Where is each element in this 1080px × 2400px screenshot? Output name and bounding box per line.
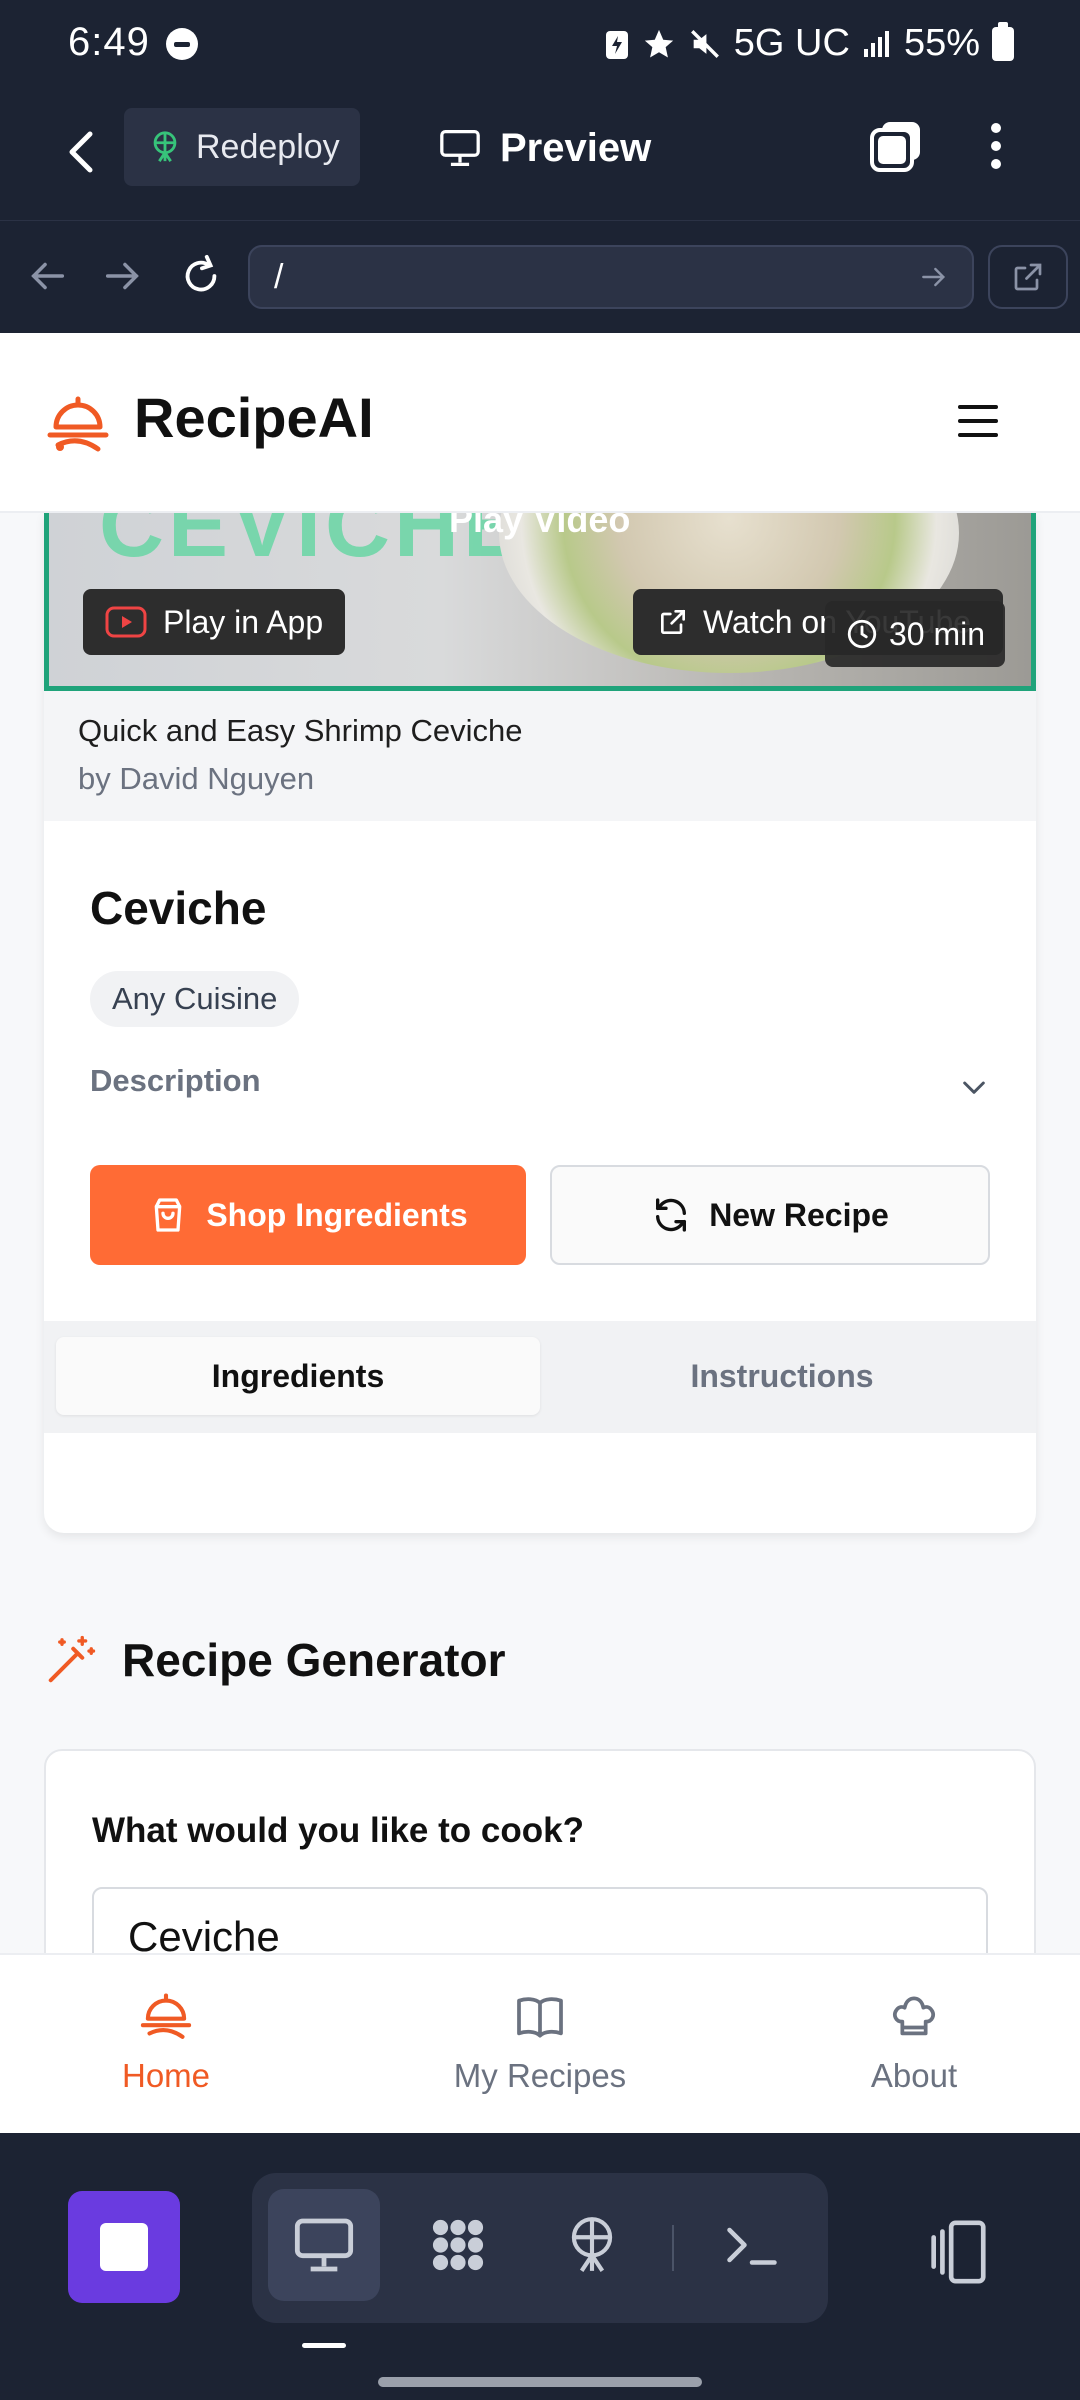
monitor-icon [294, 2218, 354, 2272]
book-icon [517, 1997, 563, 2038]
chef-logo-icon [140, 1993, 192, 2039]
extensions-tool[interactable] [402, 2189, 514, 2301]
back-arrow-icon[interactable] [56, 122, 106, 182]
url-text: / [274, 258, 284, 296]
workspace-toolbar [0, 2133, 1080, 2400]
app-viewport: RecipeAI CEVICHE Play Video Play in App … [0, 333, 1080, 2133]
youtube-icon [105, 606, 147, 638]
do-not-disturb-icon [166, 28, 198, 60]
tool-switcher [252, 2173, 828, 2323]
deploy-icon [571, 2217, 613, 2272]
tabs-icon[interactable] [866, 116, 926, 176]
url-input[interactable]: / [248, 245, 974, 309]
recipe-tabs: Ingredients Instructions [44, 1321, 1036, 1433]
app-bottom-nav: Home My Recipes About [0, 1953, 1080, 2133]
toolbar-divider [672, 2225, 674, 2271]
new-recipe-button[interactable]: New Recipe [550, 1165, 990, 1265]
open-in-new-tab-button[interactable] [988, 245, 1068, 309]
clock-icon [847, 619, 877, 649]
nav-about[interactable]: About [784, 1989, 1044, 2095]
play-in-app-button[interactable]: Play in App [83, 589, 346, 655]
terminal-icon [727, 2227, 777, 2265]
redeploy-button[interactable]: Redeploy [124, 108, 360, 186]
browser-forward-icon[interactable] [100, 253, 146, 299]
description-toggle[interactable]: Description [90, 1063, 990, 1113]
video-title: Quick and Easy Shrimp Ceviche [78, 713, 523, 748]
nav-home-label: Home [121, 2057, 211, 2094]
cuisine-badge: Any Cuisine [90, 971, 300, 1027]
app-title[interactable]: RecipeAI [134, 385, 374, 450]
signal-icon [863, 30, 889, 57]
play-video-overlay[interactable]: Play Video [449, 513, 630, 541]
tab-instructions[interactable]: Instructions [540, 1337, 1024, 1415]
go-arrow-icon[interactable] [918, 261, 950, 293]
magic-wand-icon [48, 1635, 96, 1683]
nav-my-recipes-label: My Recipes [453, 2057, 627, 2094]
recipe-generator-heading: Recipe Generator [44, 1633, 505, 1687]
tab-ingredients[interactable]: Ingredients [56, 1337, 540, 1415]
external-link-icon [661, 610, 685, 634]
status-time: 6:49 [68, 20, 150, 64]
external-link-icon [1014, 263, 1042, 291]
active-tool-indicator [302, 2343, 346, 2348]
monitor-icon [440, 129, 480, 166]
shell-tool[interactable] [696, 2189, 808, 2301]
battery-percent: 55% [903, 22, 980, 64]
menu-icon[interactable] [958, 405, 998, 441]
description-label: Description [90, 1063, 261, 1098]
shop-ingredients-label: Shop Ingredients [206, 1196, 468, 1233]
recipe-title: Ceviche [90, 882, 267, 934]
preview-tool[interactable] [268, 2189, 380, 2301]
video-thumbnail[interactable]: CEVICHE Play Video Play in App Watch on … [44, 513, 1036, 691]
shopping-bag-icon [154, 1198, 182, 1232]
reload-icon[interactable] [178, 253, 224, 299]
video-author: by David Nguyen [78, 761, 315, 796]
chef-logo-icon[interactable] [44, 391, 112, 459]
battery-saver-icon [605, 30, 628, 59]
deploy-icon [153, 131, 177, 162]
status-indicators: 5G UC 55% [604, 21, 1014, 65]
stop-icon[interactable] [68, 2191, 180, 2303]
cook-question-label: What would you like to cook? [92, 1811, 584, 1850]
play-in-app-label: Play in App [163, 603, 324, 640]
chef-hat-icon [893, 1996, 935, 2036]
recipe-generator-title: Recipe Generator [122, 1634, 506, 1686]
refresh-icon [656, 1198, 687, 1232]
nav-home[interactable]: Home [36, 1989, 296, 2095]
extensions-icon [432, 2219, 484, 2271]
star-icon [644, 29, 673, 57]
battery-icon [992, 21, 1014, 61]
duration-text: 30 min [889, 615, 986, 652]
chevron-down-icon [963, 1081, 985, 1094]
gesture-home-bar[interactable] [378, 2377, 702, 2387]
recipe-card: CEVICHE Play Video Play in App Watch on … [44, 513, 1036, 1533]
new-recipe-label: New Recipe [709, 1196, 889, 1233]
preview-label: Preview [500, 125, 652, 170]
redeploy-label: Redeploy [196, 127, 340, 166]
status-bar: 6:49 5G UC 55% [0, 0, 1080, 90]
shop-ingredients-button[interactable]: Shop Ingredients [90, 1165, 526, 1265]
nav-my-recipes[interactable]: My Recipes [410, 1989, 670, 2095]
workspace-topbar: Redeploy Preview [0, 90, 1080, 220]
app-header: RecipeAI [0, 333, 1080, 513]
duration-badge: 30 min [825, 601, 1006, 667]
browser-back-icon[interactable] [24, 253, 70, 299]
more-options-icon[interactable] [976, 116, 1016, 176]
preview-tab[interactable]: Preview [438, 118, 651, 178]
video-meta: Quick and Easy Shrimp Ceviche by David N… [44, 691, 1036, 821]
preview-url-bar: / [0, 220, 1080, 333]
deploy-tool[interactable] [536, 2189, 648, 2301]
devices-icon[interactable] [922, 2217, 992, 2287]
mute-icon [690, 29, 719, 58]
network-type: 5G UC [733, 22, 850, 64]
nav-about-label: About [870, 2057, 958, 2094]
